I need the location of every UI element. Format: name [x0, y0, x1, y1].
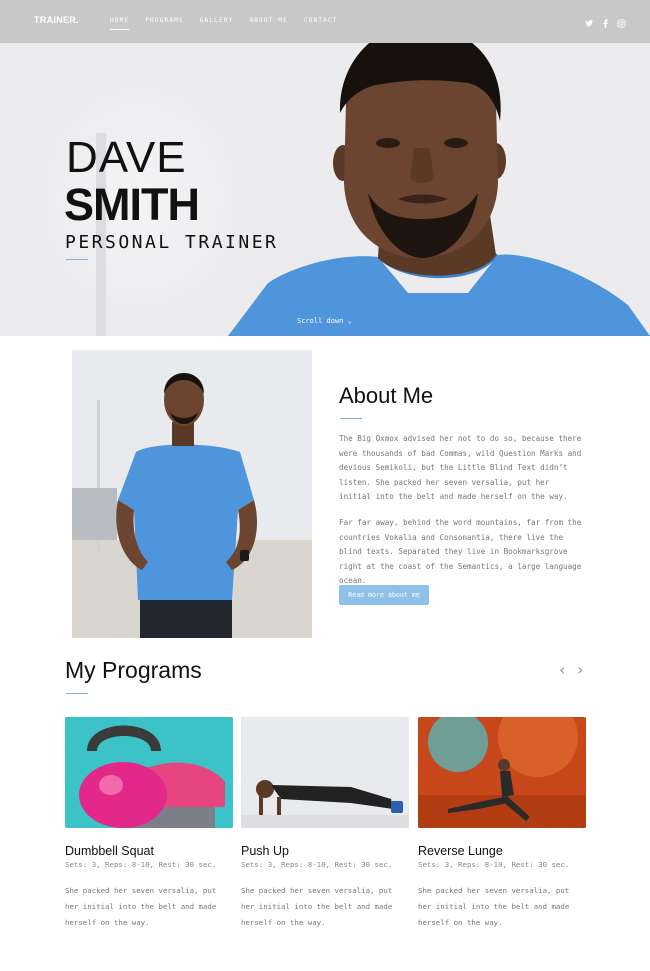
hero-section: DAVE SMITH PERSONAL TRAINER Scroll down …	[0, 43, 650, 336]
hero-role: PERSONAL TRAINER	[65, 232, 279, 253]
program-title[interactable]: Reverse Lunge	[418, 844, 586, 858]
program-title[interactable]: Push Up	[241, 844, 409, 858]
program-meta: Sets: 3, Reps: 8-10, Rest: 30 sec.	[65, 860, 217, 869]
about-title: About Me	[339, 383, 434, 408]
nav-item-programs[interactable]: PROGRAMS	[145, 17, 184, 24]
program-title[interactable]: Dumbbell Squat	[65, 844, 233, 858]
program-image-lunge[interactable]	[418, 717, 586, 828]
programs-title: My Programs	[65, 657, 202, 683]
program-meta: Sets: 3, Reps: 8-10, Rest: 30 sec.	[241, 860, 393, 869]
about-photo	[72, 350, 312, 638]
program-card-reverse-lunge[interactable]: Reverse Lunge Sets: 3, Reps: 8-10, Rest:…	[418, 717, 586, 931]
hero-divider	[66, 259, 88, 260]
carousel-prev-icon[interactable]: ‹	[559, 660, 565, 679]
program-card-push-up[interactable]: Push Up Sets: 3, Reps: 8-10, Rest: 30 se…	[241, 717, 409, 931]
scroll-down-link[interactable]: Scroll down ⌄	[297, 317, 352, 325]
nav-item-contact[interactable]: CONTACT	[304, 17, 338, 24]
instagram-icon[interactable]	[617, 15, 626, 28]
program-image-kettlebell[interactable]	[65, 717, 233, 828]
nav-item-home[interactable]: HOME	[110, 17, 130, 30]
program-card-dumbbell-squat[interactable]: Dumbbell Squat Sets: 3, Reps: 8-10, Rest…	[65, 717, 233, 931]
scroll-down-label: Scroll down	[297, 317, 344, 325]
carousel-next-icon[interactable]: ›	[577, 660, 583, 679]
programs-divider	[66, 693, 88, 694]
top-nav-bar: TRAINER. HOME PROGRAMS GALLERY ABOUT ME …	[0, 0, 650, 43]
program-description: She packed her seven versalia, put her i…	[65, 886, 217, 927]
brand-logo[interactable]: TRAINER.	[34, 15, 79, 25]
about-paragraph-2: Far far away, behind the word mountains,…	[339, 518, 582, 585]
program-description: She packed her seven versalia, put her i…	[241, 886, 393, 927]
program-image-push-up[interactable]	[241, 717, 409, 828]
read-more-button[interactable]: Read more about me	[339, 585, 429, 605]
twitter-icon[interactable]	[585, 15, 594, 27]
main-nav: HOME PROGRAMS GALLERY ABOUT ME CONTACT	[110, 17, 354, 30]
hero-last-name: SMITH	[64, 179, 200, 230]
chevron-down-icon: ⌄	[347, 317, 352, 325]
facebook-icon[interactable]	[601, 15, 610, 28]
program-description: She packed her seven versalia, put her i…	[418, 886, 570, 927]
nav-item-about-me[interactable]: ABOUT ME	[249, 17, 288, 24]
about-divider	[340, 418, 362, 419]
hero-trainer-portrait	[228, 43, 650, 336]
about-paragraph-1: The Big Oxmox advised her not to do so, …	[339, 434, 582, 501]
program-meta: Sets: 3, Reps: 8-10, Rest: 30 sec.	[418, 860, 570, 869]
social-links	[585, 15, 626, 28]
hero-first-name: DAVE	[66, 133, 187, 182]
nav-item-gallery[interactable]: GALLERY	[200, 17, 234, 24]
